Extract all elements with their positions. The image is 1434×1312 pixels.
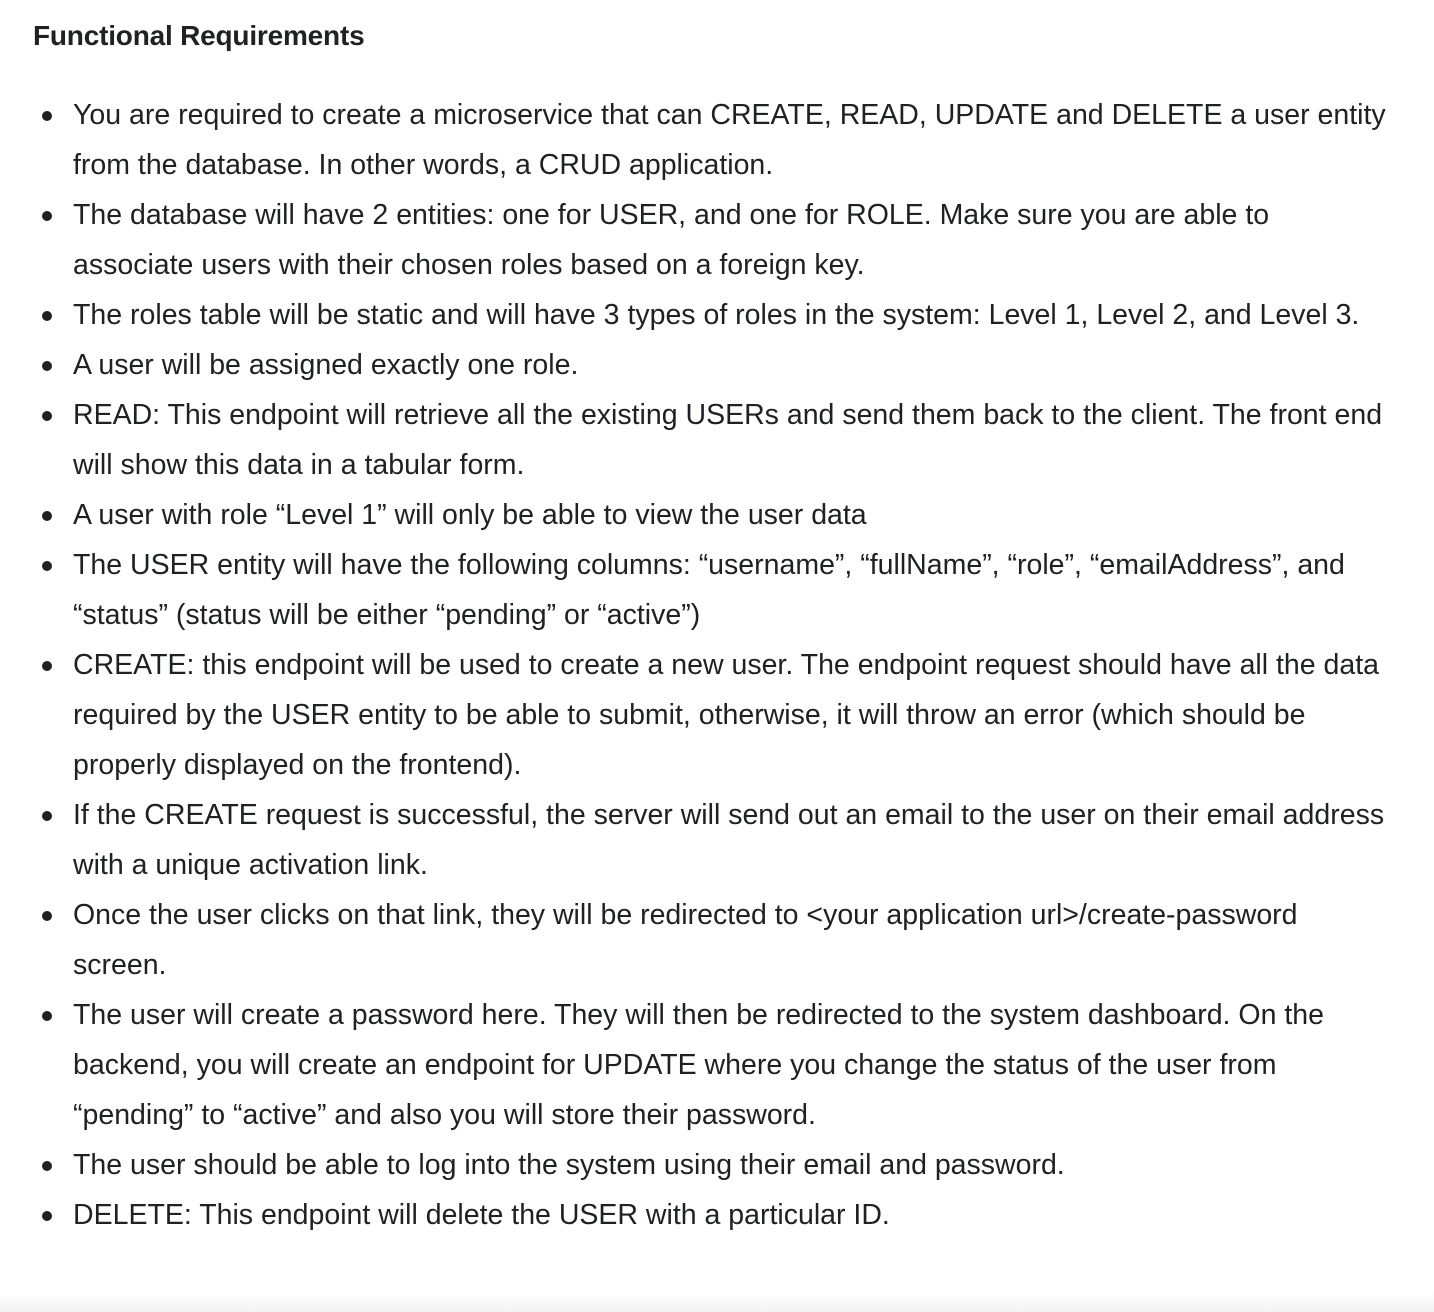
list-item: The user should be able to log into the … — [0, 1140, 1434, 1190]
list-item-text: You are required to create a microservic… — [73, 99, 1386, 181]
bullet-icon — [42, 561, 52, 571]
list-item: Once the user clicks on that link, they … — [0, 890, 1434, 990]
list-item-text: DELETE: This endpoint will delete the US… — [73, 1199, 890, 1231]
list-item-text: READ: This endpoint will retrieve all th… — [73, 399, 1383, 481]
list-item-text: A user will be assigned exactly one role… — [73, 349, 579, 381]
bullet-icon — [42, 661, 52, 671]
section-heading: Functional Requirements — [33, 20, 365, 51]
bullet-icon — [42, 1161, 52, 1171]
list-item: The user will create a password here. Th… — [0, 990, 1434, 1140]
bullet-icon — [42, 811, 52, 821]
list-item: READ: This endpoint will retrieve all th… — [0, 390, 1434, 490]
bullet-icon — [42, 511, 52, 521]
list-item: The database will have 2 entities: one f… — [0, 190, 1434, 290]
bullet-icon — [42, 361, 52, 371]
list-item: If the CREATE request is successful, the… — [0, 790, 1434, 890]
list-item: The USER entity will have the following … — [0, 540, 1434, 640]
list-item-text: CREATE: this endpoint will be used to cr… — [73, 649, 1380, 781]
bullet-icon — [42, 311, 52, 321]
bullet-icon — [42, 111, 52, 121]
requirements-list: You are required to create a microservic… — [0, 90, 1434, 1240]
list-item: DELETE: This endpoint will delete the US… — [0, 1190, 1434, 1240]
bullet-icon — [42, 1011, 52, 1021]
list-item-text: The database will have 2 entities: one f… — [73, 199, 1270, 281]
list-item-text: A user with role “Level 1” will only be … — [73, 499, 867, 531]
bullet-icon — [42, 411, 52, 421]
list-item: A user will be assigned exactly one role… — [0, 340, 1434, 390]
list-item-text: The USER entity will have the following … — [73, 549, 1345, 631]
list-item: You are required to create a microservic… — [0, 90, 1434, 190]
list-item-text: The user will create a password here. Th… — [73, 999, 1324, 1131]
list-item-text: The roles table will be static and will … — [73, 299, 1360, 331]
document-page: Functional Requirements You are required… — [0, 0, 1434, 1312]
list-item-text: If the CREATE request is successful, the… — [73, 799, 1385, 881]
list-item-text: The user should be able to log into the … — [73, 1149, 1065, 1181]
list-item-text: Once the user clicks on that link, they … — [73, 899, 1298, 981]
list-item: A user with role “Level 1” will only be … — [0, 490, 1434, 540]
list-item: The roles table will be static and will … — [0, 290, 1434, 340]
bullet-icon — [42, 211, 52, 221]
list-item: CREATE: this endpoint will be used to cr… — [0, 640, 1434, 790]
bottom-fade — [0, 1292, 1434, 1312]
bullet-icon — [42, 911, 52, 921]
bullet-icon — [42, 1211, 52, 1221]
